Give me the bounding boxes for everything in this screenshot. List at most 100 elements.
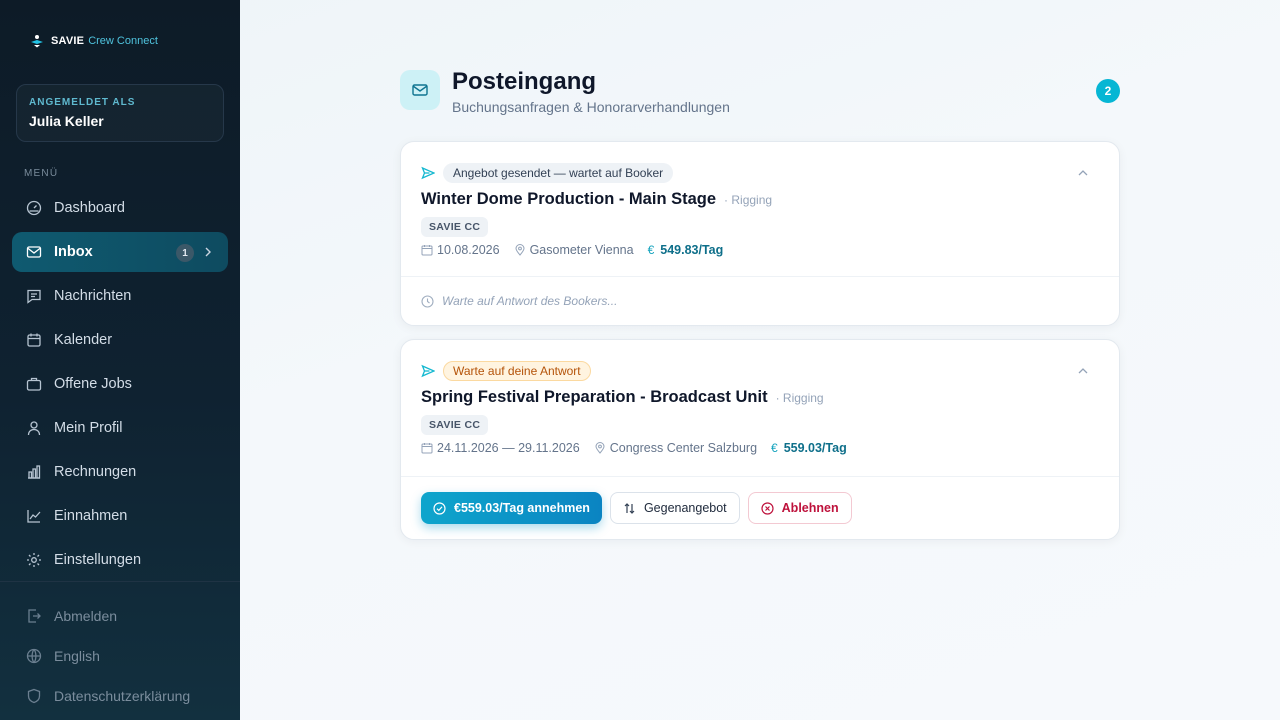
line-chart-icon [26, 508, 42, 524]
job-location: Congress Center Salzburg [594, 441, 757, 455]
job-date: 10.08.2026 [421, 243, 500, 257]
job-rate-text: 549.83/Tag [660, 243, 724, 257]
user-label: ANGEMELDET ALS [29, 97, 136, 108]
map-pin-icon [515, 244, 525, 256]
page-subtitle: Buchungsanfragen & Honorarverhandlungen [452, 99, 730, 115]
logo-icon [31, 35, 43, 48]
accept-offer-label: €559.03/Tag annehmen [454, 501, 590, 515]
job-title: Spring Festival Preparation - Broadcast … [421, 388, 768, 406]
job-title: Winter Dome Production - Main Stage [421, 190, 717, 208]
job-location: Gasometer Vienna [514, 243, 634, 257]
main-nav: Dashboard Inbox 1 Nachrichten Kalender O… [12, 188, 228, 584]
gear-icon [26, 552, 42, 568]
job-location-text: Gasometer Vienna [529, 243, 634, 257]
app-logo[interactable]: SAVIE Crew Connect [30, 34, 158, 48]
waiting-status: Warte auf Antwort des Bookers... [421, 294, 617, 308]
counter-offer-button[interactable]: Gegenangebot [609, 492, 740, 524]
privacy-link[interactable]: Datenschutzerklärung [12, 676, 228, 716]
swap-vertical-icon [624, 502, 635, 514]
briefcase-icon [26, 376, 42, 392]
chevron-up-icon[interactable] [1077, 168, 1089, 178]
job-date: 24.11.2026 — 29.11.2026 [421, 441, 580, 455]
offer-actions: €559.03/Tag annehmen Gegenangebot Ablehn… [421, 492, 852, 524]
calendar-icon [421, 245, 433, 256]
sidebar-divider [0, 581, 240, 582]
page-title: Posteingang [452, 68, 597, 95]
nav-item-einnahmen[interactable]: Einnahmen [12, 496, 228, 536]
chevron-up-icon[interactable] [1077, 366, 1089, 376]
inbox-header-icon [400, 70, 440, 110]
map-pin-icon [595, 442, 605, 454]
footer-label: English [54, 648, 100, 664]
waiting-text: Warte auf Antwort des Bookers... [442, 294, 618, 308]
logo-sub: Crew Connect [88, 35, 158, 47]
nav-item-dashboard[interactable]: Dashboard [12, 188, 228, 228]
user-card: ANGEMELDET ALS Julia Keller [16, 84, 224, 142]
job-rate: € 549.83/Tag [648, 243, 724, 257]
decline-button[interactable]: Ablehnen [747, 492, 852, 524]
job-category: · Rigging [775, 391, 824, 405]
calendar-icon [421, 443, 433, 454]
footer-label: Datenschutzerklärung [54, 688, 191, 704]
nav-item-offene-jobs[interactable]: Offene Jobs [12, 364, 228, 404]
footer-nav: Abmelden English Datenschutzerklärung [12, 596, 228, 716]
status-badge: Angebot gesendet — wartet auf Booker [443, 163, 674, 183]
check-circle-icon [433, 501, 446, 515]
send-icon [421, 166, 435, 180]
nav-label: Mein Profil [54, 420, 123, 436]
nav-item-inbox[interactable]: Inbox 1 [12, 232, 228, 272]
nav-label: Dashboard [54, 200, 125, 216]
logo-brand: SAVIE [51, 35, 85, 47]
job-date-text: 24.11.2026 — 29.11.2026 [437, 441, 580, 455]
job-rate: € 559.03/Tag [771, 441, 847, 455]
user-icon [26, 420, 42, 436]
card-summary[interactable]: Warte auf deine Antwort Spring Festival … [421, 360, 1099, 455]
job-title-row: Winter Dome Production - Main Stage · Ri… [421, 190, 1099, 209]
language-switch[interactable]: English [12, 636, 228, 676]
nav-label: Einstellungen [54, 552, 142, 568]
card-divider [401, 276, 1119, 277]
nav-label: Nachrichten [54, 288, 132, 304]
sidebar: SAVIE Crew Connect ANGEMELDET ALS Julia … [0, 0, 240, 720]
org-chip: SAVIE CC [421, 217, 489, 237]
clock-icon [421, 294, 434, 308]
job-category: · Rigging [724, 193, 773, 207]
nav-item-nachrichten[interactable]: Nachrichten [12, 276, 228, 316]
user-name: Julia Keller [29, 113, 104, 129]
card-divider [401, 476, 1119, 477]
nav-item-kalender[interactable]: Kalender [12, 320, 228, 360]
nav-label: Kalender [54, 332, 113, 348]
nav-label: Einnahmen [54, 508, 128, 524]
nav-item-rechnungen[interactable]: Rechnungen [12, 452, 228, 492]
footer-label: Abmelden [54, 608, 118, 624]
counter-offer-label: Gegenangebot [643, 501, 727, 515]
logout-icon [26, 608, 42, 624]
gauge-icon [26, 200, 42, 216]
chevron-right-icon [205, 247, 211, 257]
mail-icon [26, 244, 42, 260]
job-title-row: Spring Festival Preparation - Broadcast … [421, 388, 1099, 407]
send-icon [421, 364, 435, 378]
logout-link[interactable]: Abmelden [12, 596, 228, 636]
inbox-total-badge: 2 [1096, 79, 1120, 103]
job-meta: 24.11.2026 — 29.11.2026 Congress Center … [421, 441, 1099, 455]
menu-label: MENÜ [24, 168, 59, 179]
org-chip: SAVIE CC [421, 415, 489, 435]
status-badge: Warte auf deine Antwort [443, 361, 591, 381]
status-row: Warte auf deine Antwort [421, 360, 1099, 382]
card-summary[interactable]: Angebot gesendet — wartet auf Booker Win… [421, 162, 1099, 257]
inbox-count-badge: 1 [176, 244, 194, 262]
shield-icon [26, 688, 42, 704]
nav-label: Rechnungen [54, 464, 137, 480]
accept-offer-button[interactable]: €559.03/Tag annehmen [421, 492, 602, 524]
status-row: Angebot gesendet — wartet auf Booker [421, 162, 1099, 184]
page-header: Posteingang Buchungsanfragen & Honorarve… [400, 68, 1120, 115]
globe-icon [26, 648, 42, 664]
job-location-text: Congress Center Salzburg [609, 441, 758, 455]
nav-item-einstellungen[interactable]: Einstellungen [12, 540, 228, 580]
calendar-icon [26, 332, 42, 348]
euro-icon: € [647, 243, 655, 257]
decline-label: Ablehnen [781, 501, 839, 515]
chat-icon [26, 288, 42, 304]
nav-item-mein-profil[interactable]: Mein Profil [12, 408, 228, 448]
